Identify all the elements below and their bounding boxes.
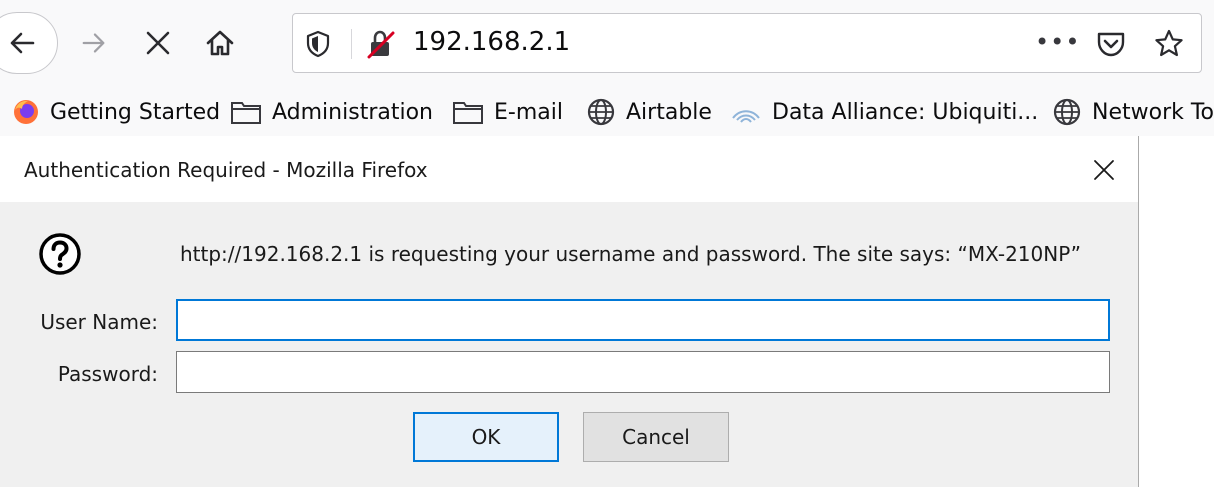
wifi-icon [732,110,760,123]
page-actions-button[interactable]: ••• [1035,30,1080,54]
password-label: Password: [57,362,158,386]
browser-toolbar: 192.168.2.1 ••• [0,0,1214,88]
question-icon [38,232,82,280]
arrow-right-icon [82,33,105,53]
folder-icon [453,102,483,124]
home-button[interactable] [196,12,244,74]
folder-icon [231,102,261,124]
bookmark-label: E-mail [494,99,563,125]
cancel-button[interactable]: Cancel [583,412,729,462]
bookmark-label: Getting Started [50,99,221,125]
bookmark-folder-email[interactable]: E-mail [452,95,563,129]
firefox-icon [14,100,38,124]
close-icon [1094,160,1114,180]
bookmark-network-tools[interactable]: Network To [1052,95,1214,129]
bookmark-getting-started[interactable]: Getting Started [12,95,220,129]
stop-button[interactable] [136,12,180,74]
close-icon [146,31,170,55]
home-icon [206,30,234,56]
bookmark-label: Data Alliance: Ubiquiti... [772,99,1039,125]
bookmark-label: Network To [1092,99,1214,125]
dialog-close-button[interactable] [1090,156,1118,184]
dialog-message: http://192.168.2.1 is requesting your us… [180,242,1081,266]
url-divider [351,29,352,59]
password-field[interactable] [176,351,1110,393]
username-field[interactable] [176,299,1110,341]
bookmark-label: Administration [272,99,433,125]
insecure-lock-icon[interactable] [365,28,397,64]
username-label: User Name: [40,310,158,334]
url-bar[interactable]: 192.168.2.1 ••• [292,13,1202,73]
globe-icon [1053,98,1081,126]
bookmark-data-alliance[interactable]: Data Alliance: Ubiquiti... [730,95,1038,129]
bookmarks-toolbar: Getting Started Administration E-mail Ai… [0,88,1214,136]
globe-icon [587,98,615,126]
pocket-icon[interactable] [1095,28,1127,64]
bookmark-star-icon[interactable] [1153,28,1185,64]
tracking-shield-icon[interactable] [305,30,331,62]
auth-dialog: Authentication Required - Mozilla Firefo… [0,136,1139,487]
ok-button[interactable]: OK [413,412,559,462]
url-text[interactable]: 192.168.2.1 [413,27,570,57]
dialog-title: Authentication Required - Mozilla Firefo… [24,158,428,182]
forward-button[interactable] [72,12,116,74]
back-button[interactable] [0,12,58,74]
dialog-titlebar[interactable]: Authentication Required - Mozilla Firefo… [0,136,1138,202]
bookmark-folder-administration[interactable]: Administration [230,95,433,129]
bookmark-label: Airtable [626,99,712,125]
bookmark-airtable[interactable]: Airtable [586,95,712,129]
arrow-left-icon [10,32,35,54]
